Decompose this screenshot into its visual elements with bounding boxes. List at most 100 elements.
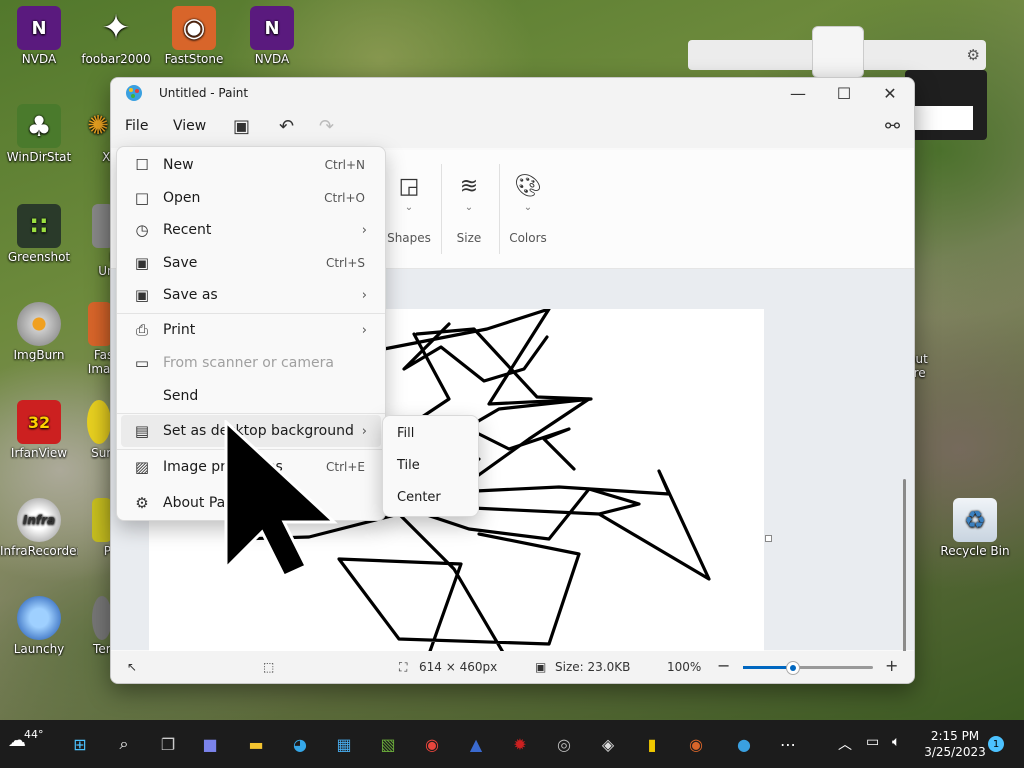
submenu-fill[interactable]: Fill (397, 426, 414, 441)
teams-chat-icon[interactable]: ■ (196, 730, 224, 758)
file-size-icon: ▣ (535, 660, 547, 674)
dvd-drive-icon[interactable]: ◎ (550, 730, 578, 758)
zoom-out-icon[interactable]: − (717, 656, 730, 675)
title-bar[interactable]: Untitled - Paint — ☐ ✕ (111, 78, 914, 108)
zoom-in-icon[interactable]: + (885, 656, 898, 675)
undo-icon[interactable]: ↶ (279, 116, 294, 137)
windirstat-icon: ♣ (17, 104, 61, 148)
clock-date: 3/25/2023 (924, 745, 986, 759)
colors-tool[interactable]: 🎨︎ ⌄ Colors (498, 174, 558, 245)
file-size: Size: 23.0KB (555, 660, 631, 674)
shapes-tool[interactable]: ◲ ⌄ Shapes (379, 174, 439, 245)
file-explorer-icon[interactable]: ▬ (242, 730, 270, 758)
desktop-icon-windirstat[interactable]: ♣ WinDirStat (0, 104, 78, 164)
open-folder-icon: □ (134, 189, 150, 207)
redo-icon[interactable]: ↷ (319, 116, 334, 137)
nvda-ufo-icon[interactable]: ▲ (462, 730, 490, 758)
share-icon[interactable]: ⚯ (885, 116, 900, 137)
search-icon[interactable]: ⌕ (110, 730, 138, 758)
menu-divider (117, 413, 385, 414)
task-view-icon[interactable]: ❐ (154, 730, 182, 758)
faststone-icon: ◉ (172, 6, 216, 50)
zoom-slider[interactable] (743, 661, 873, 675)
greenshot-icon: ∷ (17, 204, 61, 248)
settings-gear-icon[interactable]: ⚙ (967, 46, 980, 64)
foobar-icon: ✦ (101, 8, 131, 48)
maximize-button[interactable]: ☐ (821, 78, 867, 108)
notification-badge[interactable]: 1 (988, 736, 1004, 752)
file-menu-from-scanner: ▭ From scanner or camera (121, 347, 381, 379)
file-menu-send[interactable]: Send (121, 380, 381, 412)
save-as-icon: ▣ (134, 286, 150, 304)
file-menu-recent[interactable]: ◷ Recent › (121, 214, 381, 246)
file-menu-save-as[interactable]: ▣ Save as › (121, 279, 381, 311)
desktop-background-submenu: Fill Tile Center (382, 415, 479, 517)
desktop-icon-foobar2000[interactable]: ✦ foobar2000 (77, 6, 155, 66)
chrome-icon[interactable]: ◉ (418, 730, 446, 758)
recycle-bin-icon: ♻ (953, 498, 997, 542)
pdf-icon[interactable]: ▮ (638, 730, 666, 758)
chevron-right-icon: › (361, 322, 367, 338)
store-icon[interactable]: ▦ (330, 730, 358, 758)
irfanview-taskbar-icon[interactable]: ✹ (506, 730, 534, 758)
file-menu-open[interactable]: □ Open Ctrl+O (121, 182, 381, 214)
size-lines-icon: ≋ (459, 174, 479, 199)
nvda-icon: N (17, 6, 61, 50)
desktop-icon-launchy[interactable]: Launchy (0, 596, 78, 656)
edge-icon[interactable]: ◕ (286, 730, 314, 758)
desktop: N NVDA ✦ foobar2000 ◉ FastStone N NVDA ♣… (0, 0, 1024, 720)
canvas-size-icon: ⛶ (399, 660, 408, 674)
clock[interactable]: 2:15 PM 3/25/2023 (920, 728, 990, 760)
size-tool[interactable]: ≋ ⌄ Size (439, 174, 499, 245)
desktop-icon-greenshot[interactable]: ∷ Greenshot (0, 204, 78, 264)
volume-slider-flyout[interactable]: ⚙ (688, 26, 986, 78)
menu-file[interactable]: File (125, 118, 148, 134)
close-button[interactable]: ✕ (867, 78, 913, 108)
submenu-center[interactable]: Center (397, 490, 441, 505)
canvas-dimensions: 614 × 460px (419, 660, 498, 674)
recent-clock-icon: ◷ (135, 221, 149, 239)
tera-icon (92, 596, 112, 640)
menu-bar: File View ▣ ↶ ↷ ⚯ (111, 108, 914, 148)
notepad-plus-icon[interactable]: ▧ (374, 730, 402, 758)
volume-panel (905, 70, 987, 140)
paint-taskbar-icon[interactable]: ● (730, 730, 758, 758)
file-menu-print[interactable]: ⎙ Print › (121, 314, 381, 346)
volume-field[interactable] (905, 106, 973, 130)
desktop-icon-irfanview[interactable]: 32 IrfanView (0, 400, 78, 460)
taskbar: ☁ 44° ⊞ ⌕ ❐ ■ ▬ ◕ ▦ ▧ ◉ ▲ ✹ ◎ ◈ ▮ ◉ ● ⋯ ︿ ▭ 🔈︎ 2:15 PM 3… (0, 720, 1024, 768)
weather-widget[interactable]: ☁ 44° (8, 728, 44, 751)
volume-icon[interactable]: 🔈︎ (892, 734, 900, 750)
desktop-icon-recycle-bin[interactable]: ♻ Recycle Bin (936, 498, 1014, 558)
paint-app-icon (126, 85, 142, 101)
menu-view[interactable]: View (173, 118, 206, 134)
scanner-icon: ▭ (134, 354, 150, 372)
weather-temp: 44° (24, 728, 44, 741)
desktop-icon-nvda-2[interactable]: N NVDA (233, 6, 311, 66)
windows-start-icon[interactable]: ⊞ (66, 730, 94, 758)
file-menu-new[interactable]: ☐ New Ctrl+N (121, 149, 381, 181)
irfanview-icon: 32 (17, 400, 61, 444)
network-icon[interactable]: ▭ (866, 734, 879, 750)
chevron-down-icon: ⌄ (464, 202, 474, 213)
desktop-icon-nvda[interactable]: N NVDA (0, 6, 78, 66)
status-bar: ↖ ⬚ ⛶ 614 × 460px ▣ Size: 23.0KB 100% − … (111, 651, 914, 683)
desktop-icon-faststone[interactable]: ◉ FastStone (155, 6, 233, 66)
desktop-icon-imgburn[interactable]: ImgBurn (0, 302, 78, 362)
pe-icon (92, 498, 112, 542)
zoom-slider-thumb[interactable] (786, 661, 801, 675)
volume-slider-thumb[interactable] (812, 26, 864, 78)
canvas-resize-handle[interactable] (765, 535, 772, 542)
desktop-icon-infrarecorder[interactable]: Infra InfraRecorder (0, 498, 78, 558)
save-icon[interactable]: ▣ (233, 116, 250, 137)
faststone-taskbar-icon[interactable]: ◉ (682, 730, 710, 758)
infrarecorder-taskbar-icon[interactable]: ◈ (594, 730, 622, 758)
file-menu-save[interactable]: ▣ Save Ctrl+S (121, 247, 381, 279)
more-apps-icon[interactable]: ⋯ (774, 730, 802, 758)
minimize-button[interactable]: — (775, 78, 821, 108)
window-title: Untitled - Paint (159, 86, 249, 100)
print-icon: ⎙ (135, 321, 148, 339)
selection-icon: ⬚ (263, 660, 275, 674)
submenu-tile[interactable]: Tile (397, 458, 420, 473)
chevron-up-icon[interactable]: ︿ (838, 734, 852, 754)
